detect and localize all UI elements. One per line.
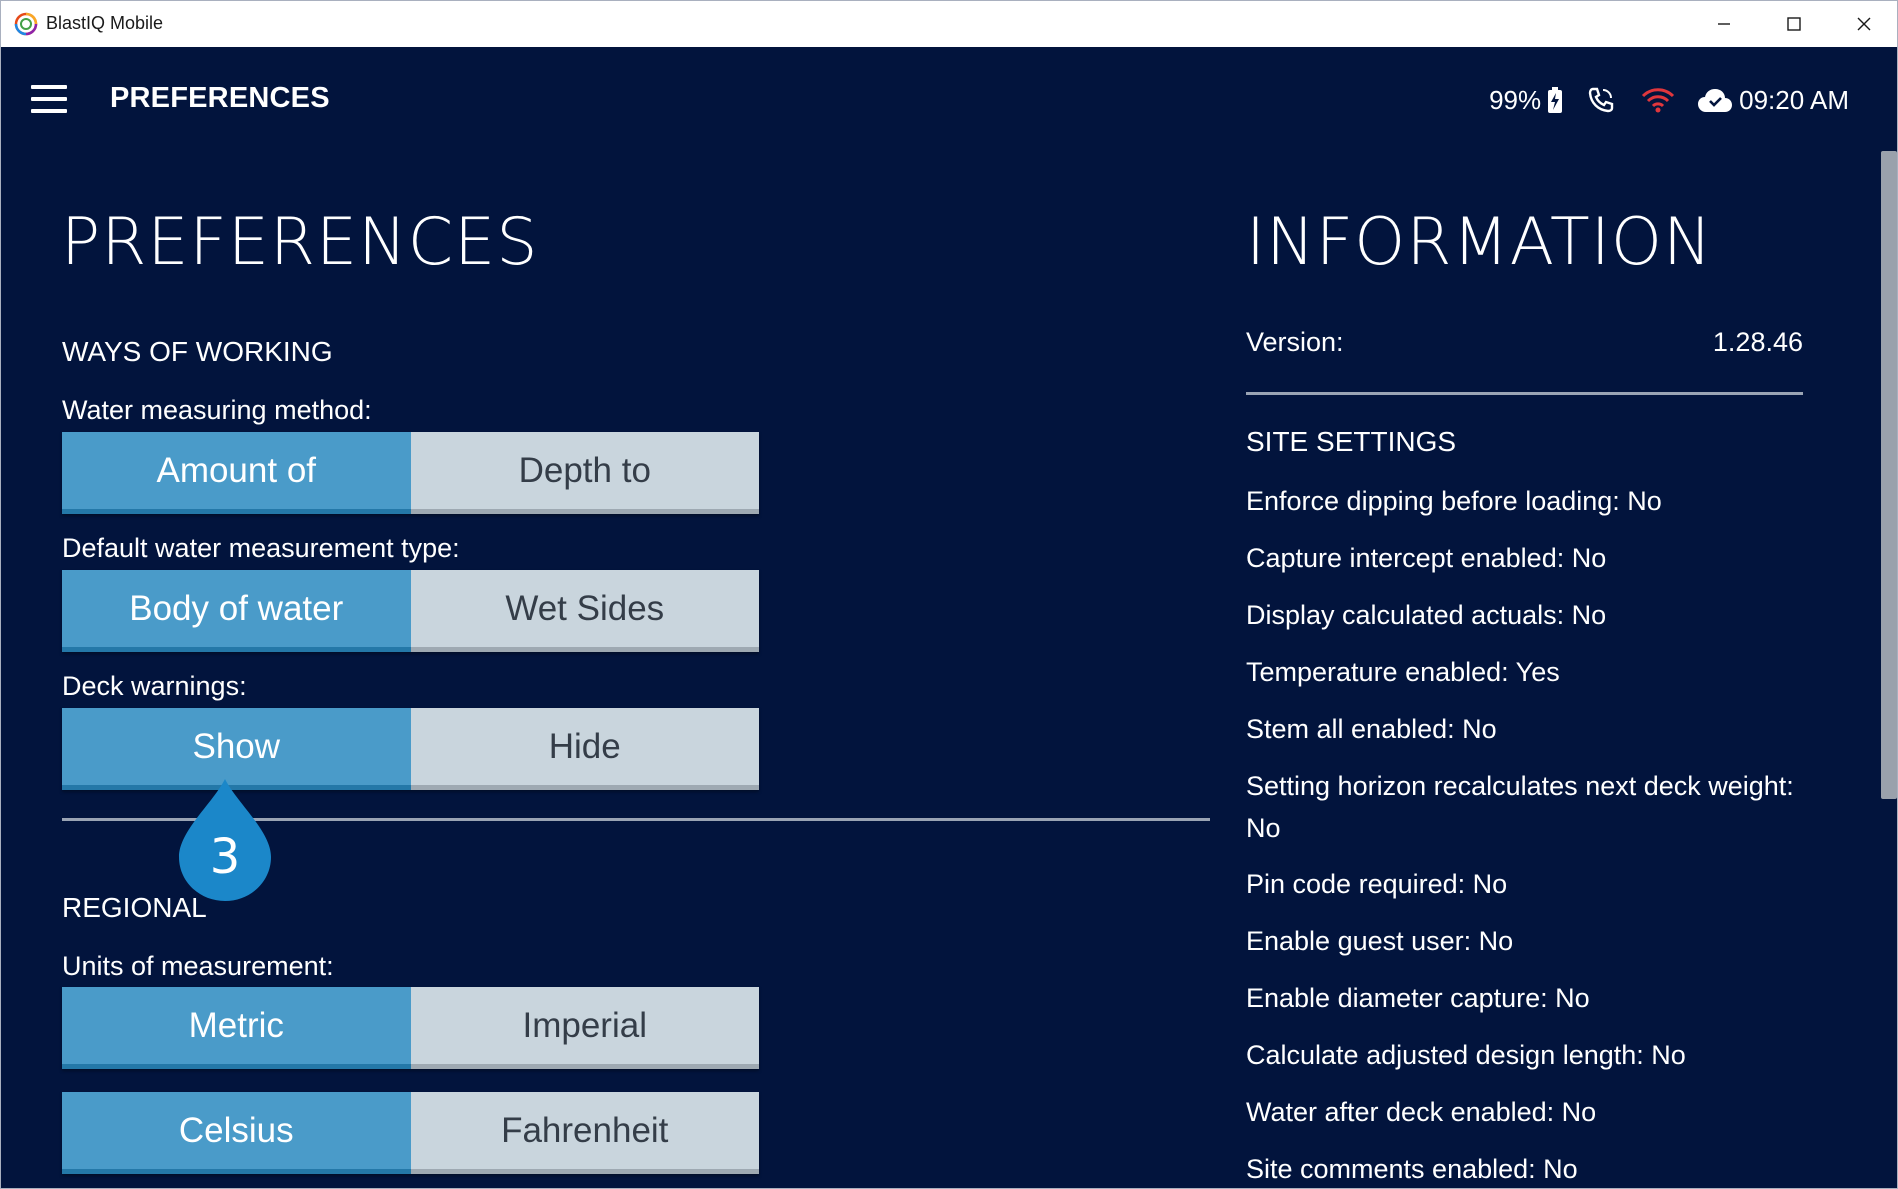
depth-to-button[interactable]: Depth to — [410, 432, 759, 514]
header-title: PREFERENCES — [110, 82, 330, 114]
menu-icon[interactable] — [31, 85, 69, 113]
preferences-heading: PREFERENCES — [61, 205, 539, 280]
amount-of-button[interactable]: Amount of — [62, 432, 411, 514]
information-heading: INFORMATION — [1246, 205, 1713, 280]
maximize-icon — [1787, 17, 1801, 31]
scrollbar-thumb[interactable] — [1881, 151, 1897, 799]
battery-level: 99% — [1489, 84, 1542, 115]
setting-display-actuals: Display calculated actuals: No — [1246, 600, 1607, 630]
minimize-icon — [1718, 23, 1730, 25]
setting-enforce-dipping: Enforce dipping before loading: No — [1246, 486, 1662, 516]
setting-water-after-deck: Water after deck enabled: No — [1246, 1097, 1597, 1127]
step-badge: 3 — [177, 779, 273, 903]
setting-site-comments: Site comments enabled: No — [1246, 1154, 1578, 1184]
water-type-label: Default water measurement type: — [62, 533, 460, 563]
cloud-sync-icon — [1697, 87, 1733, 113]
status-bar: 99% 09:20 AM — [1489, 83, 1849, 117]
show-button[interactable]: Show — [62, 708, 411, 790]
version-label: Version: — [1246, 327, 1344, 357]
water-method-label: Water measuring method: — [62, 395, 372, 425]
maximize-button[interactable] — [1759, 1, 1829, 47]
app-logo-icon — [14, 12, 38, 36]
version-value: 1.28.46 — [1712, 327, 1803, 357]
body-of-water-button[interactable]: Body of water — [62, 570, 411, 652]
setting-horizon-recalc: Setting horizon recalculates next deck w… — [1246, 771, 1794, 801]
close-button[interactable] — [1829, 1, 1897, 47]
water-method-toggle: Amount of Depth to — [62, 432, 759, 514]
minimize-button[interactable] — [1689, 1, 1759, 47]
info-divider — [1246, 392, 1803, 395]
setting-pin-code: Pin code required: No — [1246, 869, 1508, 899]
clock: 09:20 AM — [1739, 84, 1849, 115]
units-toggle: Metric Imperial — [62, 987, 759, 1069]
wet-sides-button[interactable]: Wet Sides — [410, 570, 759, 652]
app-header: PREFERENCES 99% 09:20 AM — [1, 47, 1897, 153]
deck-warnings-toggle: Show Hide — [62, 708, 759, 790]
setting-capture-intercept: Capture intercept enabled: No — [1246, 543, 1607, 573]
setting-diameter-capture: Enable diameter capture: No — [1246, 983, 1590, 1013]
units-label: Units of measurement: — [62, 951, 334, 981]
window-title: BlastIQ Mobile — [46, 13, 164, 33]
wifi-icon — [1641, 87, 1675, 113]
hide-button[interactable]: Hide — [410, 708, 759, 790]
setting-adjusted-design-length: Calculate adjusted design length: No — [1246, 1040, 1686, 1070]
close-icon — [1857, 17, 1871, 31]
setting-stem-all: Stem all enabled: No — [1246, 714, 1497, 744]
fahrenheit-button[interactable]: Fahrenheit — [410, 1092, 759, 1174]
phone-icon — [1587, 86, 1615, 114]
celsius-button[interactable]: Celsius — [62, 1092, 411, 1174]
temperature-toggle: Celsius Fahrenheit — [62, 1092, 759, 1174]
site-settings-title: SITE SETTINGS — [1246, 426, 1457, 457]
setting-temperature-enabled: Temperature enabled: Yes — [1246, 657, 1560, 687]
metric-button[interactable]: Metric — [62, 987, 411, 1069]
battery-charging-icon — [1547, 87, 1563, 113]
step-number: 3 — [209, 829, 241, 885]
deck-warnings-label: Deck warnings: — [62, 671, 247, 701]
setting-guest-user: Enable guest user: No — [1246, 926, 1514, 956]
setting-horizon-recalc-value: No — [1246, 813, 1281, 843]
imperial-button[interactable]: Imperial — [410, 987, 759, 1069]
ways-of-working-title: WAYS OF WORKING — [62, 336, 333, 367]
water-type-toggle: Body of water Wet Sides — [62, 570, 759, 652]
app-window: BlastIQ Mobile PREFERENCES 99% 09:20 AM … — [0, 0, 1898, 1189]
title-bar: BlastIQ Mobile — [1, 1, 1897, 47]
